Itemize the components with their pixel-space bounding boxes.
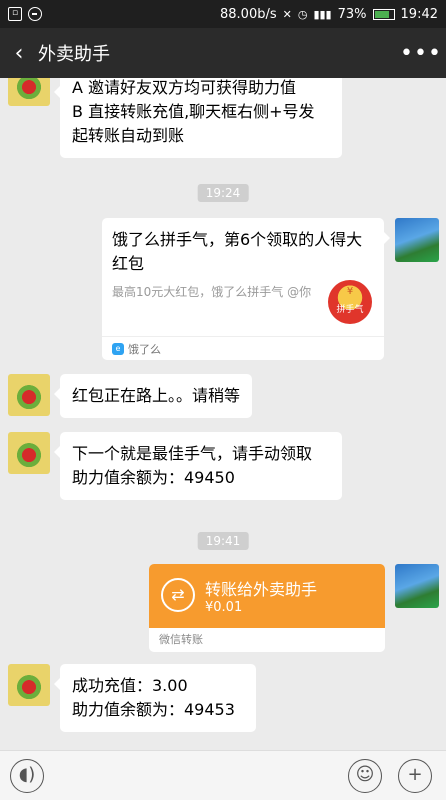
yen-icon: ¥ xyxy=(346,286,354,297)
mute-icon: ✕ xyxy=(282,7,292,21)
message-line: 下一个就是最佳手气，请手动领取 xyxy=(72,444,313,463)
message-bubble[interactable]: A 邀请好友双方均可获得助力值 B 直接转账充值,聊天框右侧+号发 起转账自动到… xyxy=(54,78,342,158)
assistant-avatar[interactable] xyxy=(8,664,50,706)
message-line: 助力值余额为：49450 xyxy=(72,468,235,487)
assistant-avatar[interactable] xyxy=(8,432,50,474)
eleme-logo-icon: e xyxy=(112,342,124,355)
message-line: 红包正在路上。。请稍等 xyxy=(72,386,241,405)
user-avatar[interactable] xyxy=(395,218,439,262)
minus-circle-icon xyxy=(28,7,42,21)
input-bar: ◖) ☺ + xyxy=(0,750,446,800)
message-line: B 直接转账充值,聊天框右侧+号发 xyxy=(72,102,315,121)
more-icon[interactable]: ••• xyxy=(396,41,446,66)
timestamp: 19:24 xyxy=(197,184,249,202)
battery-percent: 73% xyxy=(337,6,367,22)
message-line: 助力值余额为：49453 xyxy=(72,700,235,719)
battery-icon xyxy=(372,8,395,20)
card-footer: e 饿了么 xyxy=(102,336,384,360)
status-bar: ▫ 88.00b/s ✕ ◷ ▮▮▮ 73% 19:42 xyxy=(0,0,446,28)
chat-title: 外卖助手 xyxy=(38,44,110,65)
battery-level xyxy=(374,10,390,18)
emoji-icon[interactable]: ☺ xyxy=(348,759,382,793)
message-line: 起转账自动到账 xyxy=(72,126,185,145)
voice-icon[interactable]: ◖) xyxy=(10,759,44,793)
transfer-body: ⇄ 转账给外卖助手 ¥0.01 xyxy=(149,564,385,628)
title-bar: ‹ 外卖助手 ••• xyxy=(0,28,446,78)
card-description: 最高10元大红包，饿了么拼手气 @你 xyxy=(112,285,312,299)
back-arrow-icon[interactable]: ‹ xyxy=(0,41,38,66)
card-title: 饿了么拼手气，第6个领取的人得大红包 xyxy=(112,230,363,273)
notification-icon: ▫ xyxy=(8,7,22,21)
plus-icon[interactable]: + xyxy=(398,759,432,793)
transfer-amount: ¥0.01 xyxy=(205,600,243,615)
transfer-footer: 微信转账 xyxy=(159,633,203,646)
transfer-title: 转账给外卖助手 xyxy=(205,580,318,599)
transfer-icon: ⇄ xyxy=(161,578,195,612)
red-packet-card[interactable]: 饿了么拼手气，第6个领取的人得大红包 最高10元大红包，饿了么拼手气 @你 ¥ … xyxy=(102,218,390,360)
assistant-avatar[interactable] xyxy=(8,78,50,106)
user-avatar[interactable] xyxy=(395,564,439,608)
red-packet-icon: ¥ 拼手气 xyxy=(328,280,372,324)
message-line: 成功充值：3.00 xyxy=(72,676,188,695)
transfer-card[interactable]: ⇄ 转账给外卖助手 ¥0.01 微信转账 xyxy=(149,564,385,652)
card-source: 饿了么 xyxy=(128,342,161,356)
red-packet-label: 拼手气 xyxy=(336,305,364,315)
message-bubble[interactable]: 下一个就是最佳手气，请手动领取 助力值余额为：49450 xyxy=(54,432,342,500)
assistant-avatar[interactable] xyxy=(8,374,50,416)
chat-area[interactable]: A 邀请好友双方均可获得助力值 B 直接转账充值,聊天框右侧+号发 起转账自动到… xyxy=(0,78,446,750)
alarm-icon: ◷ xyxy=(297,7,308,21)
message-line: A 邀请好友双方均可获得助力值 xyxy=(72,78,297,97)
net-speed: 88.00b/s xyxy=(220,6,277,22)
message-bubble[interactable]: 红包正在路上。。请稍等 xyxy=(53,374,253,418)
status-time: 19:42 xyxy=(400,6,438,22)
signal-icon: ▮▮▮ xyxy=(313,7,332,21)
message-bubble[interactable]: 成功充值：3.00 助力值余额为：49453 xyxy=(54,664,256,732)
timestamp: 19:41 xyxy=(197,532,249,550)
